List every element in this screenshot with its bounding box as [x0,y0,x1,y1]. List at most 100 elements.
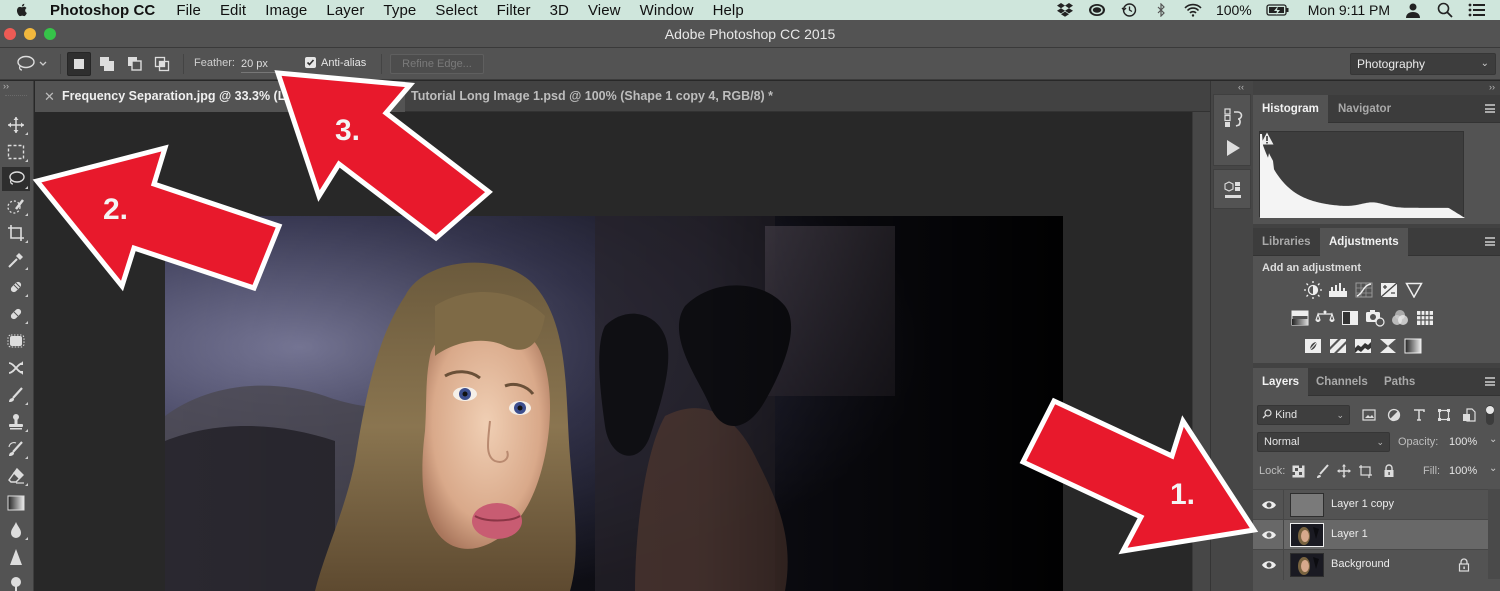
dock-collapse-button[interactable]: ‹‹ [1238,82,1244,92]
layer-filter-kind-select[interactable]: Kind ⌄ [1257,405,1350,425]
user-icon[interactable] [1404,2,1422,18]
apple-logo-icon[interactable] [14,2,30,18]
healing-brush-tool[interactable] [2,302,30,326]
bluetooth-icon[interactable] [1152,2,1170,18]
opacity-input[interactable]: 100% [1449,436,1477,448]
lock-all-icon[interactable] [1381,463,1397,479]
visibility-eye-icon[interactable] [1261,498,1277,512]
threshold-icon[interactable] [1353,337,1373,355]
menu-layer[interactable]: Layer [326,2,364,19]
filter-toggle-switch[interactable] [1485,405,1495,425]
filter-smart-objects-icon[interactable] [1461,407,1477,423]
menu-help[interactable]: Help [713,2,744,19]
tab-libraries[interactable]: Libraries [1253,228,1320,256]
feather-input[interactable] [241,55,281,73]
hue-saturation-icon[interactable] [1290,309,1310,327]
actions-panel-button[interactable] [1220,136,1246,160]
lock-image-pixels-icon[interactable] [1315,463,1331,479]
tool-preset-picker[interactable] [14,54,54,74]
document-image[interactable] [165,216,1063,591]
layer-row-background[interactable]: Background [1253,549,1488,580]
move-tool[interactable] [2,113,30,137]
blend-mode-select[interactable]: Normal ⌄ [1257,432,1390,452]
layer-name[interactable]: Background [1331,558,1390,570]
levels-icon[interactable] [1328,281,1348,299]
menu-edit[interactable]: Edit [220,2,246,19]
workspace-switcher[interactable]: Photography ⌄ [1350,53,1496,75]
layer-row-layer-1-copy[interactable]: Layer 1 copy [1253,489,1488,520]
patch-tool[interactable] [2,329,30,353]
spot-healing-brush-tool[interactable] [2,275,30,299]
content-aware-move-tool[interactable] [2,356,30,380]
layer-name[interactable]: Layer 1 [1331,528,1368,540]
notification-center-icon[interactable] [1468,2,1486,18]
clock[interactable]: Mon 9:11 PM [1308,2,1390,18]
color-lookup-icon[interactable] [1415,309,1435,327]
menu-3d[interactable]: 3D [550,2,569,19]
selective-color-icon[interactable] [1378,337,1398,355]
dodge-tool[interactable] [2,572,30,591]
brush-tool[interactable] [2,383,30,407]
anti-alias-checkbox[interactable] [305,57,316,68]
color-balance-icon[interactable] [1315,309,1335,327]
visibility-eye-icon[interactable] [1261,528,1277,542]
panel-menu-icon[interactable] [1485,104,1495,113]
photo-filter-icon[interactable] [1365,309,1385,327]
menu-type[interactable]: Type [383,2,416,19]
exposure-icon[interactable] [1379,281,1399,299]
spotlight-search-icon[interactable] [1436,2,1454,18]
document-tab-tutorial-long-image[interactable]: Tutorial Long Image 1.psd @ 100% (Shape … [409,81,849,112]
fill-input[interactable]: 100% [1449,465,1477,477]
menu-app-photoshop[interactable]: Photoshop CC [50,2,155,19]
document-tab-frequency-separation[interactable]: ✕ Frequency Separation.jpg @ 33.3% (Laye… [35,81,405,112]
menu-image[interactable]: Image [265,2,307,19]
tab-paths[interactable]: Paths [1375,368,1424,396]
fill-chevron-icon[interactable]: ⌄ [1489,463,1497,474]
vibrance-icon[interactable] [1404,281,1424,299]
refine-edge-button[interactable]: Refine Edge... [390,54,484,74]
menu-view[interactable]: View [588,2,621,19]
layers-scrollbar[interactable] [1488,489,1500,579]
battery-charging-icon[interactable] [1266,2,1290,18]
properties-panel-button[interactable] [1220,178,1246,202]
layer-row-layer-1[interactable]: Layer 1 [1253,519,1488,550]
tab-adjustments[interactable]: Adjustments [1320,228,1408,256]
lock-transparent-pixels-icon[interactable] [1290,463,1306,479]
wifi-icon[interactable] [1184,2,1202,18]
canvas-vertical-scrollbar[interactable] [1192,112,1210,591]
menu-window[interactable]: Window [640,2,694,19]
black-white-icon[interactable] [1340,309,1360,327]
brightness-contrast-icon[interactable] [1303,281,1323,299]
time-machine-icon[interactable] [1120,2,1138,18]
menu-file[interactable]: File [176,2,201,19]
marquee-tool[interactable] [2,140,30,164]
filter-type-layers-icon[interactable] [1411,407,1427,423]
subtract-from-selection-button[interactable] [123,52,147,76]
gradient-map-icon[interactable] [1403,337,1423,355]
eraser-tool[interactable] [2,464,30,488]
invert-icon[interactable] [1303,337,1323,355]
tab-navigator[interactable]: Navigator [1329,95,1400,123]
quick-selection-tool[interactable] [2,194,30,218]
channel-mixer-icon[interactable] [1390,309,1410,327]
intersect-selection-button[interactable] [150,52,174,76]
eyedropper-tool[interactable] [2,248,30,272]
curves-icon[interactable] [1354,281,1374,299]
tab-layers[interactable]: Layers [1253,368,1309,396]
history-brush-tool[interactable] [2,437,30,461]
lock-position-icon[interactable] [1336,463,1352,479]
close-tab-icon[interactable]: ✕ [44,81,55,112]
lock-artboard-icon[interactable] [1357,463,1373,479]
crop-tool[interactable] [2,221,30,245]
tab-histogram[interactable]: Histogram [1253,95,1328,123]
panel-menu-icon[interactable] [1485,377,1495,386]
sharpen-tool[interactable] [2,545,30,569]
filter-adjustment-layers-icon[interactable] [1386,407,1402,423]
layer-name[interactable]: Layer 1 copy [1331,498,1394,510]
toolbar-expand-button[interactable]: ›› [3,81,9,91]
gradient-tool[interactable] [2,491,30,515]
filter-pixel-layers-icon[interactable] [1361,407,1377,423]
tab-channels[interactable]: Channels [1307,368,1377,396]
clone-stamp-tool[interactable] [2,410,30,434]
visibility-eye-icon[interactable] [1261,558,1277,572]
